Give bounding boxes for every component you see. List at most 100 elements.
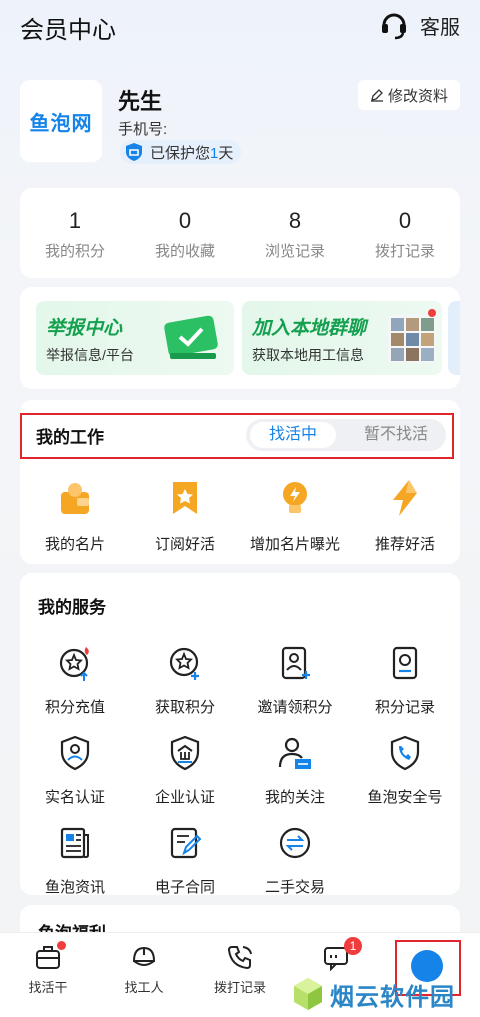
- service-label: 电子合同: [154, 879, 215, 896]
- card-icon: [61, 483, 89, 514]
- service-safe-number[interactable]: 鱼泡安全号: [350, 735, 460, 807]
- service-news[interactable]: 鱼泡资讯: [20, 825, 130, 897]
- avatar[interactable]: 鱼泡网: [20, 80, 102, 162]
- helmet-icon: [132, 946, 156, 966]
- work-header: 我的工作 找活中 暂不找活: [20, 413, 454, 459]
- banner-next[interactable]: [448, 301, 460, 375]
- page-title: 会员中心: [20, 17, 116, 44]
- shield-user-icon: [60, 735, 90, 771]
- stat-label: 我的积分: [44, 243, 105, 260]
- bulb-icon: [283, 482, 307, 513]
- services-grid: 积分充值 获取积分 邀请领积分 积分记录 实名认证 企业认证 我的关注 鱼泡安全…: [20, 645, 460, 897]
- ticket-check-icon: [164, 315, 218, 359]
- service-invite[interactable]: 邀请领积分: [240, 645, 350, 717]
- tool-label: 推荐好活: [374, 536, 435, 553]
- follow-icon: [278, 737, 311, 769]
- service-get-points[interactable]: 获取积分: [130, 645, 240, 717]
- toggle-seeking[interactable]: 找活中: [250, 422, 336, 448]
- banner-subtitle: 获取本地用工信息: [252, 347, 364, 363]
- shield-company-icon: [170, 735, 200, 771]
- shield-icon: [126, 143, 142, 161]
- work-status-toggle[interactable]: 找活中 暂不找活: [246, 419, 446, 451]
- message-badge: 1: [344, 937, 362, 955]
- stat-points[interactable]: 1 我的积分: [20, 188, 130, 278]
- banner-report-center[interactable]: 举报中心 举报信息/平台: [36, 301, 234, 375]
- service-label: 邀请领积分: [257, 699, 333, 716]
- service-label: 获取积分: [154, 699, 215, 716]
- service-label: 鱼泡资讯: [44, 879, 105, 896]
- my-work-card: 我的工作 找活中 暂不找活 我的名片 订阅好活 增加名片曝光 推荐好活: [20, 400, 460, 564]
- tab-label: 找活干: [28, 980, 68, 995]
- tool-label: 订阅好活: [154, 536, 215, 553]
- service-follow[interactable]: 我的关注: [240, 735, 350, 807]
- stat-label: 浏览记录: [264, 243, 325, 260]
- watermark-text: 烟云软件园: [330, 983, 455, 1011]
- stat-value: 0: [178, 208, 192, 233]
- protect-suffix: 天: [218, 144, 234, 162]
- service-label: 积分记录: [374, 699, 435, 716]
- stat-history[interactable]: 8 浏览记录: [240, 188, 350, 278]
- services-title: 我的服务: [38, 598, 106, 617]
- service-contract[interactable]: 电子合同: [130, 825, 240, 897]
- tab-find-workers[interactable]: 找工人: [96, 933, 192, 1017]
- edit-profile-label: 修改资料: [387, 87, 448, 105]
- service-label: 企业认证: [154, 789, 215, 806]
- tab-label: 拨打记录: [213, 980, 266, 995]
- notification-dot: [57, 941, 66, 950]
- watermark: 烟云软件园: [292, 974, 472, 1014]
- news-icon: [60, 827, 89, 859]
- service-label: 二手交易: [264, 879, 325, 896]
- exchange-icon: [279, 827, 311, 859]
- service-points-record[interactable]: 积分记录: [350, 645, 460, 717]
- tab-call-history[interactable]: 拨打记录: [192, 933, 288, 1017]
- customer-service-label: 客服: [420, 16, 460, 39]
- phone-label: 手机号:: [118, 121, 168, 138]
- service-real-name[interactable]: 实名认证: [20, 735, 130, 807]
- edit-profile-button[interactable]: 修改资料: [358, 80, 460, 110]
- tool-exposure[interactable]: 增加名片曝光: [240, 478, 350, 554]
- service-recharge[interactable]: 积分充值: [20, 645, 130, 717]
- banner-title: 举报中心: [46, 318, 123, 339]
- stat-calls[interactable]: 0 拨打记录: [350, 188, 460, 278]
- contract-icon: [170, 827, 202, 859]
- phone-shield-icon: [390, 735, 420, 771]
- stats-card: 1 我的积分 0 我的收藏 8 浏览记录 0 拨打记录: [20, 188, 460, 278]
- protect-prefix: 已保护您: [150, 144, 211, 162]
- service-secondhand[interactable]: 二手交易: [240, 825, 350, 897]
- stat-favorites[interactable]: 0 我的收藏: [130, 188, 240, 278]
- customer-service-button[interactable]: 客服: [380, 10, 460, 40]
- service-company[interactable]: 企业认证: [130, 735, 240, 807]
- toggle-not-seeking[interactable]: 暂不找活: [356, 422, 436, 448]
- service-label: 我的关注: [264, 789, 325, 806]
- work-title: 我的工作: [36, 428, 104, 447]
- banner-subtitle: 举报信息/平台: [46, 347, 134, 363]
- tool-my-card[interactable]: 我的名片: [20, 478, 130, 554]
- top-bar: 会员中心 客服: [0, 0, 480, 52]
- tool-recommend[interactable]: 推荐好活: [350, 478, 460, 554]
- cube-logo-icon: [294, 978, 322, 1010]
- star-coin-up-icon: [59, 647, 89, 681]
- tool-label: 增加名片曝光: [249, 536, 340, 553]
- stat-value: 0: [398, 208, 412, 233]
- tool-label: 我的名片: [44, 536, 105, 553]
- stat-value: 1: [68, 208, 82, 233]
- tab-find-job[interactable]: 找活干: [0, 933, 96, 1017]
- lightning-icon: [393, 480, 417, 516]
- banner-carousel: 举报中心 举报信息/平台 加入本地群聊 获取本地用工信息: [20, 287, 460, 389]
- user-name: 先生: [118, 89, 163, 114]
- tool-subscribe[interactable]: 订阅好活: [130, 478, 240, 554]
- phone-icon: [227, 946, 252, 970]
- banner-title: 加入本地群聊: [252, 318, 367, 339]
- stat-label: 拨打记录: [374, 243, 435, 260]
- service-label: 实名认证: [44, 789, 105, 806]
- star-coin-plus-icon: [169, 647, 199, 680]
- stat-value: 8: [288, 208, 302, 233]
- my-services-card: 我的服务 积分充值 获取积分 邀请领积分 积分记录 实名认证 企业认证 我的关注…: [20, 573, 460, 897]
- stat-label: 我的收藏: [154, 243, 215, 260]
- service-label: 鱼泡安全号: [367, 789, 443, 806]
- service-label: 积分充值: [44, 699, 105, 716]
- group-photos-icon: [388, 309, 436, 363]
- profile-section: 鱼泡网 先生 手机号: 已保护您1天 修改资料: [20, 78, 460, 168]
- banner-local-group[interactable]: 加入本地群聊 获取本地用工信息: [242, 301, 442, 375]
- record-icon: [392, 646, 418, 680]
